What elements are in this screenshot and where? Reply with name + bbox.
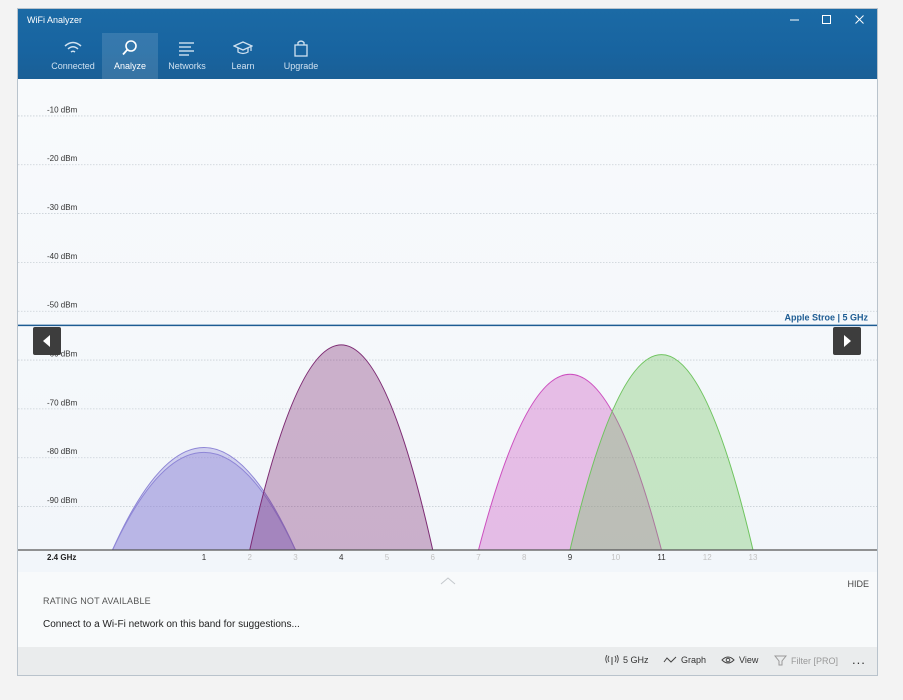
- filter-icon: [774, 655, 787, 666]
- title-bar: WiFi Analyzer Connected Analyze Networks…: [18, 9, 877, 79]
- tab-label: Learn: [231, 61, 255, 71]
- next-band-button[interactable]: [833, 327, 861, 355]
- band-label: 5 GHz: [623, 655, 649, 665]
- channel-tick-label: 13: [749, 553, 758, 562]
- y-tick-label: -20 dBm: [47, 154, 78, 163]
- suggestion-text: Connect to a Wi-Fi network on this band …: [43, 619, 300, 630]
- minimize-icon: [790, 19, 799, 21]
- tab-connected[interactable]: Connected: [46, 33, 100, 79]
- channel-tick-label: 4: [339, 553, 344, 562]
- channel-tick-label: 9: [568, 553, 573, 562]
- tab-label: Connected: [51, 61, 95, 71]
- app-title: WiFi Analyzer: [27, 15, 83, 25]
- graduation-cap-icon: [233, 41, 253, 55]
- tab-upgrade[interactable]: Upgrade: [274, 33, 328, 79]
- list-icon: [179, 42, 194, 56]
- x-axis-label: 2.4 GHz: [47, 553, 76, 562]
- hide-button[interactable]: HIDE: [847, 579, 869, 589]
- close-button[interactable]: [844, 9, 876, 31]
- channel-tick-label: 12: [703, 553, 712, 562]
- y-tick-label: -90 dBm: [47, 496, 78, 505]
- channel-tick-label: 10: [611, 553, 620, 562]
- y-tick-label: -30 dBm: [47, 203, 78, 212]
- tab-networks[interactable]: Networks: [160, 33, 214, 79]
- tab-label: Analyze: [113, 61, 147, 71]
- previous-band-button[interactable]: [33, 327, 61, 355]
- channel-tick-label: 11: [657, 553, 666, 562]
- antenna-icon: [605, 655, 619, 665]
- arrow-right-icon: [844, 335, 851, 347]
- maximize-icon: [822, 15, 831, 24]
- chevron-up-icon[interactable]: [440, 576, 456, 586]
- arrow-left-icon: [43, 335, 50, 347]
- channel-tick-label: 6: [431, 553, 436, 562]
- tab-analyze[interactable]: Analyze: [102, 33, 158, 79]
- channel-tick-label: 8: [522, 553, 527, 562]
- rating-label: RATING NOT AVAILABLE: [43, 596, 151, 606]
- app-window: WiFi Analyzer Connected Analyze Networks…: [17, 8, 878, 676]
- y-tick-label: -40 dBm: [47, 252, 78, 261]
- filter-button[interactable]: Filter [PRO]: [774, 655, 838, 666]
- graph-wave-icon: [663, 656, 677, 663]
- band-toggle[interactable]: 5 GHz: [605, 655, 649, 665]
- y-tick-label: -50 dBm: [47, 301, 78, 310]
- tab-learn[interactable]: Learn: [218, 33, 268, 79]
- channel-tick-label: 2: [248, 553, 253, 562]
- more-button[interactable]: ...: [852, 652, 866, 667]
- tab-label: Upgrade: [283, 61, 319, 71]
- network-signal-curve: [249, 344, 434, 551]
- channel-tick-label: 7: [476, 553, 481, 562]
- signal-chart: -10 dBm-20 dBm-30 dBm-40 dBm-50 dBm-60 d…: [18, 105, 877, 562]
- y-tick-label: -70 dBm: [47, 398, 78, 407]
- y-tick-label: -10 dBm: [47, 105, 78, 114]
- channel-tick-label: 5: [385, 553, 390, 562]
- wifi-icon: [64, 41, 82, 53]
- view-label: View: [739, 655, 759, 665]
- suggestion-panel: HIDE RATING NOT AVAILABLE Connect to a W…: [18, 572, 877, 647]
- graph-button[interactable]: Graph: [663, 655, 706, 665]
- graph-label: Graph: [681, 655, 707, 665]
- highlight-label: Apple Stroe | 5 GHz: [784, 312, 868, 322]
- shopping-bag-icon: [294, 40, 308, 57]
- magnifier-icon: [122, 40, 137, 56]
- channel-tick-label: 3: [293, 553, 298, 562]
- maximize-button[interactable]: [811, 9, 843, 31]
- status-bar: 5 GHz Graph View Filter [PRO] ...: [18, 647, 877, 675]
- signal-chart-area: -10 dBm -20 dBm -30 dBm -40 dBm -50 dBm -60 d…: [18, 79, 877, 572]
- tab-label: Networks: [168, 61, 206, 71]
- filter-label: Filter [PRO]: [791, 655, 839, 666]
- eye-icon: [721, 656, 735, 664]
- close-icon: [855, 15, 864, 24]
- y-tick-label: -80 dBm: [47, 447, 78, 456]
- channel-tick-label: 1: [202, 553, 207, 562]
- view-button[interactable]: View: [721, 655, 758, 665]
- minimize-button[interactable]: [779, 9, 811, 31]
- network-signal-curve: [569, 354, 754, 551]
